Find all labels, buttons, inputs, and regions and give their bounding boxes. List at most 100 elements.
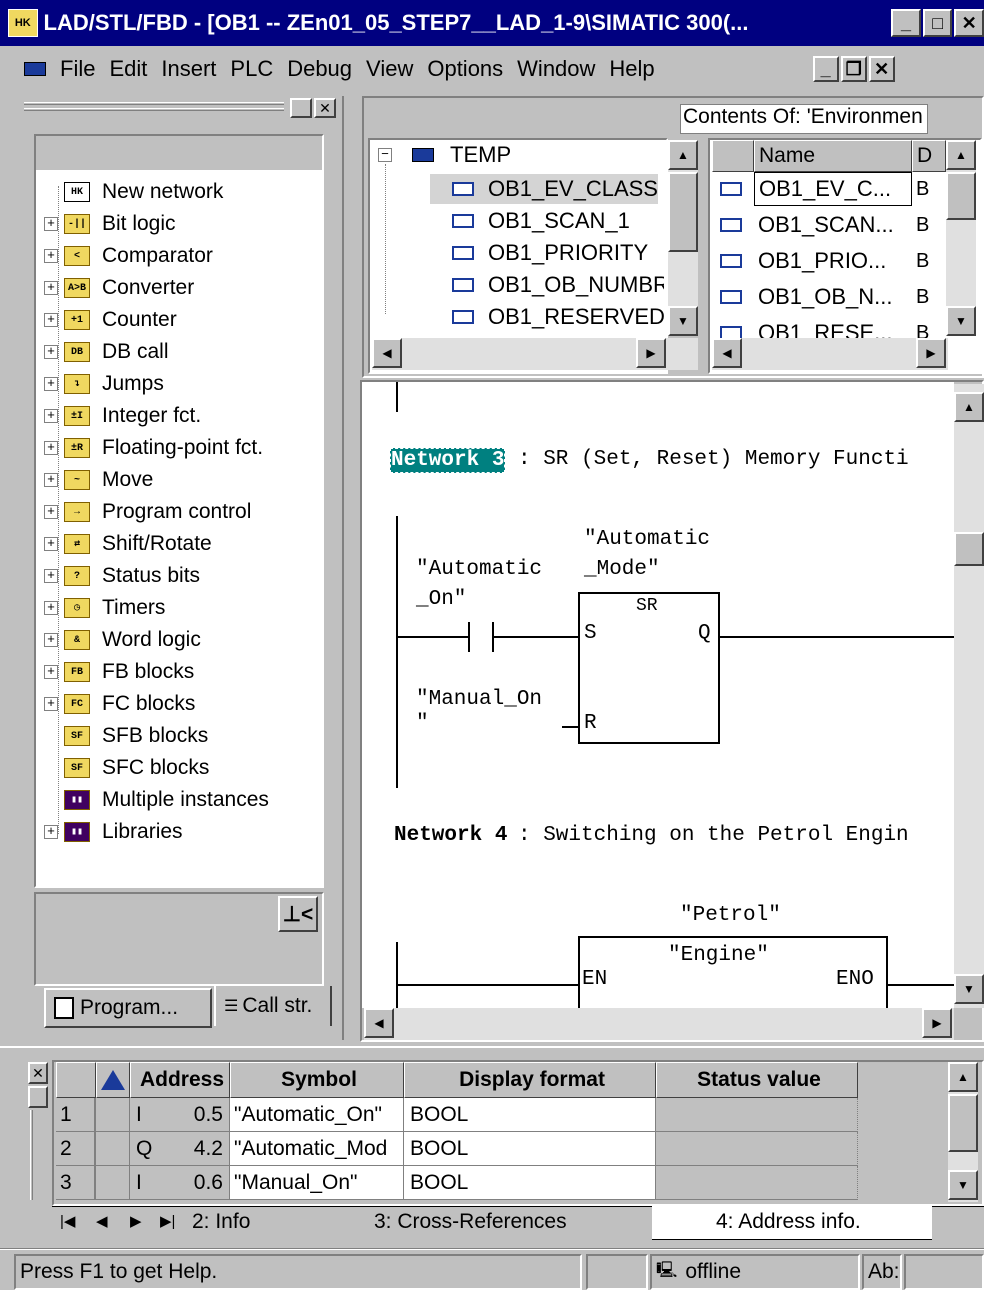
- editor-scroll-left[interactable]: ◀: [364, 1008, 394, 1038]
- display-format-cell[interactable]: BOOL: [404, 1166, 656, 1200]
- symbol-cell[interactable]: "Automatic_On": [230, 1098, 404, 1132]
- col-display-format[interactable]: Display format: [404, 1062, 656, 1098]
- tab-nav-prev[interactable]: ◀: [96, 1212, 108, 1230]
- expand-toggle[interactable]: +: [44, 409, 58, 423]
- col-address[interactable]: Address: [130, 1062, 230, 1098]
- catalog-item-db-call[interactable]: + DB DB call: [44, 336, 169, 368]
- insert-symbol-button[interactable]: ⊥<: [278, 896, 318, 932]
- editor-scroll-right[interactable]: ▶: [922, 1008, 952, 1038]
- collapse-toggle[interactable]: −: [378, 148, 392, 162]
- temp-var-ob1-reserved[interactable]: OB1_RESERVED_: [430, 302, 664, 332]
- expand-toggle[interactable]: +: [44, 473, 58, 487]
- expand-toggle[interactable]: +: [44, 697, 58, 711]
- contents-col-icon[interactable]: [712, 140, 754, 172]
- panel-float-button[interactable]: [290, 98, 312, 118]
- display-format-cell[interactable]: BOOL: [404, 1098, 656, 1132]
- expand-toggle[interactable]: +: [44, 601, 58, 615]
- expand-toggle[interactable]: +: [44, 633, 58, 647]
- catalog-item-new-network[interactable]: HK New network: [44, 176, 223, 208]
- tab-call-structure[interactable]: ☰ Call str.: [214, 986, 332, 1026]
- catalog-item-counter[interactable]: + +1 Counter: [44, 304, 177, 336]
- details-close-button[interactable]: ✕: [28, 1062, 48, 1084]
- editor-scroll-up[interactable]: ▲: [954, 392, 984, 422]
- address-type[interactable]: I: [130, 1098, 170, 1132]
- menu-options[interactable]: Options: [427, 56, 503, 82]
- contents-col-d[interactable]: D: [912, 140, 946, 172]
- details-float-button[interactable]: [28, 1086, 48, 1108]
- expand-toggle[interactable]: +: [44, 313, 58, 327]
- grid-icon-col[interactable]: [96, 1062, 130, 1098]
- temp-scroll-down[interactable]: ▼: [668, 306, 698, 336]
- tab-nav-first[interactable]: |◀: [60, 1212, 75, 1230]
- contents-row-name[interactable]: OB1_PRIO...: [754, 244, 912, 278]
- address-type[interactable]: Q: [130, 1132, 170, 1166]
- address-value[interactable]: 0.6: [170, 1166, 230, 1200]
- expand-toggle[interactable]: +: [44, 441, 58, 455]
- contents-row-name[interactable]: OB1_EV_C...: [754, 172, 912, 206]
- contents-row-name[interactable]: OB1_OB_N...: [754, 280, 912, 314]
- expand-toggle[interactable]: +: [44, 537, 58, 551]
- menu-insert[interactable]: Insert: [161, 56, 216, 82]
- expand-toggle[interactable]: +: [44, 217, 58, 231]
- network-3-title[interactable]: : SR (Set, Reset) Memory Functi: [518, 448, 909, 471]
- expand-toggle[interactable]: +: [44, 665, 58, 679]
- grid-scroll-up[interactable]: ▲: [948, 1062, 978, 1092]
- doc-minimize-button[interactable]: _: [812, 56, 839, 82]
- catalog-item-status-bits[interactable]: +? Status bits: [44, 560, 200, 592]
- document-icon[interactable]: [24, 62, 46, 76]
- temp-scroll-left[interactable]: ◀: [372, 338, 402, 368]
- menu-file[interactable]: File: [60, 56, 95, 82]
- temp-var-ob1-scan-1[interactable]: OB1_SCAN_1: [430, 206, 630, 236]
- contents-hscroll[interactable]: [712, 338, 948, 370]
- temp-root-label[interactable]: TEMP: [450, 142, 511, 168]
- editor-scroll-down[interactable]: ▼: [954, 974, 984, 1004]
- temp-var-ob1-priority[interactable]: OB1_PRIORITY: [430, 238, 648, 268]
- expand-toggle[interactable]: +: [44, 281, 58, 295]
- tab-info[interactable]: 2: Info: [192, 1210, 250, 1234]
- grid-scroll-down[interactable]: ▼: [948, 1170, 978, 1200]
- catalog-item-comparator[interactable]: + < Comparator: [44, 240, 213, 272]
- doc-close-button[interactable]: ✕: [868, 56, 895, 82]
- editor-scroll-thumb[interactable]: [954, 532, 984, 566]
- catalog-item-shift-rotate[interactable]: + ⇄ Shift/Rotate: [44, 528, 212, 560]
- catalog-item-fb-blocks[interactable]: + FB FB blocks: [44, 656, 194, 688]
- contents-scroll-thumb[interactable]: [946, 172, 976, 220]
- contents-scroll-right[interactable]: ▶: [916, 338, 946, 368]
- editor-vscroll[interactable]: [954, 384, 984, 1008]
- tab-address-info[interactable]: 4: Address info.: [652, 1206, 932, 1240]
- temp-scroll-up[interactable]: ▲: [668, 140, 698, 170]
- menu-debug[interactable]: Debug: [287, 56, 352, 82]
- tab-program-elements[interactable]: Program...: [44, 988, 212, 1028]
- display-format-cell[interactable]: BOOL: [404, 1132, 656, 1166]
- expand-toggle[interactable]: +: [44, 505, 58, 519]
- app-icon[interactable]: HK: [8, 9, 38, 37]
- expand-toggle[interactable]: +: [44, 377, 58, 391]
- expand-toggle[interactable]: +: [44, 825, 58, 839]
- catalog-item-sfb-blocks[interactable]: SF SFB blocks: [44, 720, 208, 752]
- catalog-item-program-control[interactable]: + → Program control: [44, 496, 251, 528]
- tab-nav-last[interactable]: ▶|: [160, 1212, 175, 1230]
- address-value[interactable]: 4.2: [170, 1132, 230, 1166]
- catalog-item-integer-fct[interactable]: + ±I Integer fct.: [44, 400, 201, 432]
- network-3-label[interactable]: Network 3: [390, 448, 506, 473]
- col-symbol[interactable]: Symbol: [230, 1062, 404, 1098]
- network-4-title[interactable]: : Switching on the Petrol Engin: [518, 824, 909, 847]
- catalog-item-move[interactable]: + ~ Move: [44, 464, 153, 496]
- expand-toggle[interactable]: +: [44, 249, 58, 263]
- row-number[interactable]: 2: [56, 1132, 96, 1166]
- grid-scroll-thumb[interactable]: [948, 1094, 978, 1152]
- expand-toggle[interactable]: +: [44, 569, 58, 583]
- symbol-cell[interactable]: "Manual_On": [230, 1166, 404, 1200]
- catalog-item-libraries[interactable]: + ▮▮ Libraries: [44, 816, 183, 848]
- contact-left-bar[interactable]: [468, 622, 470, 652]
- row-number[interactable]: 1: [56, 1098, 96, 1132]
- address-value[interactable]: 0.5: [170, 1098, 230, 1132]
- catalog-item-timers[interactable]: + ◷ Timers: [44, 592, 165, 624]
- temp-scroll-right[interactable]: ▶: [636, 338, 666, 368]
- tab-cross-references[interactable]: 3: Cross-References: [374, 1210, 567, 1234]
- temp-var-ob1-ev-class[interactable]: OB1_EV_CLASS: [430, 174, 658, 204]
- expand-toggle[interactable]: +: [44, 345, 58, 359]
- contents-row-name[interactable]: OB1_SCAN...: [754, 208, 912, 242]
- row-number[interactable]: 3: [56, 1166, 96, 1200]
- menu-help[interactable]: Help: [609, 56, 654, 82]
